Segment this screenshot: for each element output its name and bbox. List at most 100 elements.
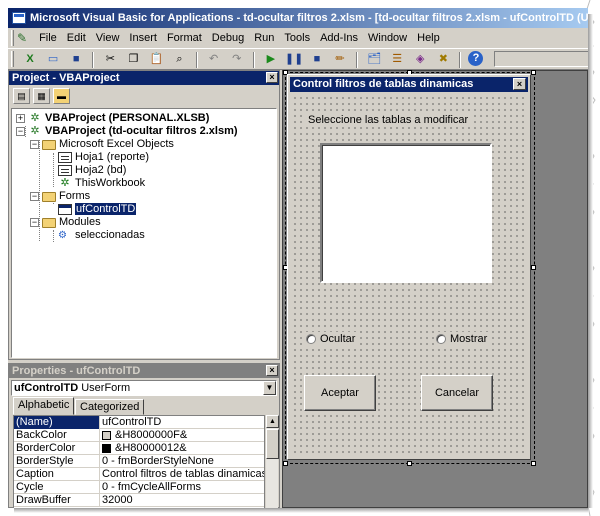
- property-value[interactable]: 32000: [102, 494, 264, 507]
- object-selector-combo[interactable]: ufControlTD UserForm ▼: [11, 380, 277, 396]
- property-value-text: &H80000012&: [115, 442, 187, 454]
- tree-item-forms[interactable]: − Forms: [30, 190, 90, 203]
- properties-panel-title-text: Properties - ufControlTD: [12, 365, 141, 377]
- property-name: Cycle: [14, 481, 100, 494]
- tree-item-sheet1[interactable]: Hoja1 (reporte): [58, 151, 149, 164]
- option-ocultar[interactable]: Ocultar: [306, 332, 360, 346]
- tree-item-personal-project[interactable]: + ✲ VBAProject (PERSONAL.XLSB): [16, 112, 209, 125]
- cut-icon[interactable]: ✂: [101, 50, 119, 68]
- menu-debug[interactable]: Debug: [207, 28, 249, 48]
- collapse-minus-icon[interactable]: −: [30, 192, 39, 201]
- reset-icon[interactable]: ■: [308, 50, 326, 68]
- userform-grid-surface[interactable]: Seleccione las tablas a modificar Oculta…: [290, 93, 528, 457]
- help-icon[interactable]: ?: [468, 51, 484, 66]
- resize-handle[interactable]: [407, 461, 412, 466]
- find-icon[interactable]: ⌕: [171, 50, 189, 68]
- label-select-tables[interactable]: Seleccione las tablas a modificar: [306, 113, 471, 127]
- properties-window-icon[interactable]: ☰: [388, 50, 406, 68]
- tables-listbox[interactable]: [320, 143, 492, 283]
- property-value[interactable]: ufControlTD: [102, 416, 264, 429]
- property-value[interactable]: Control filtros de tablas dinamicas: [102, 468, 264, 481]
- property-name: BackColor: [14, 429, 100, 442]
- property-row[interactable]: DrawBuffer 32000: [14, 494, 264, 507]
- expand-plus-icon[interactable]: +: [16, 114, 25, 123]
- tree-item-module-seleccionadas[interactable]: ⚙ seleccionadas: [58, 229, 145, 242]
- menu-run[interactable]: Run: [249, 28, 279, 48]
- vba-menu-icon[interactable]: ✎: [17, 31, 31, 45]
- property-value[interactable]: &H8000000F&: [102, 429, 264, 442]
- properties-scrollbar[interactable]: ▲: [265, 415, 279, 508]
- color-swatch: [102, 443, 111, 453]
- property-row[interactable]: Cycle 0 - fmCycleAllForms: [14, 481, 264, 494]
- menu-edit[interactable]: Edit: [62, 28, 91, 48]
- collapse-minus-icon[interactable]: −: [30, 140, 39, 149]
- tree-item-project[interactable]: − ✲ VBAProject (td-ocultar filtros 2.xlsm): [16, 125, 238, 138]
- property-row[interactable]: BackColor &H8000000F&: [14, 429, 264, 442]
- object-browser-icon[interactable]: ◈: [411, 50, 429, 68]
- tree-item-modules[interactable]: − Modules: [30, 216, 101, 229]
- tree-item-form-ufcontroltd[interactable]: ufControlTD: [58, 203, 137, 216]
- scroll-up-icon[interactable]: ▲: [266, 415, 279, 428]
- folder-icon: [42, 191, 56, 202]
- view-code-icon[interactable]: ▤: [13, 88, 30, 104]
- tree-item-sheet2[interactable]: Hoja2 (bd): [58, 164, 126, 177]
- run-icon[interactable]: ▶: [262, 50, 280, 68]
- menu-window[interactable]: Window: [363, 28, 412, 48]
- tree-label: Forms: [59, 190, 91, 202]
- toolbox-icon[interactable]: ✖: [434, 50, 452, 68]
- tree-item-excel-objects[interactable]: − Microsoft Excel Objects: [30, 138, 174, 151]
- aceptar-button[interactable]: Aceptar: [304, 375, 376, 411]
- userform-ufcontroltd[interactable]: Control filtros de tablas dinamicas × Se…: [287, 74, 531, 460]
- close-icon[interactable]: ×: [266, 72, 278, 83]
- resize-handle[interactable]: [531, 70, 536, 75]
- collapse-minus-icon[interactable]: −: [30, 218, 39, 227]
- property-row[interactable]: BorderColor &H80000012&: [14, 442, 264, 455]
- window-shadow-bottom: [14, 508, 588, 513]
- menu-tools[interactable]: Tools: [279, 28, 315, 48]
- resize-handle[interactable]: [283, 461, 288, 466]
- copy-icon[interactable]: ❐: [124, 50, 142, 68]
- design-mode-icon[interactable]: ✏: [331, 50, 349, 68]
- menu-help[interactable]: Help: [412, 28, 445, 48]
- menu-format[interactable]: Format: [162, 28, 207, 48]
- resize-handle[interactable]: [531, 265, 536, 270]
- view-object-icon[interactable]: ▦: [33, 88, 50, 104]
- toggle-folders-icon[interactable]: ▬: [53, 88, 70, 104]
- property-row[interactable]: (Name) ufControlTD: [14, 416, 264, 429]
- option-mostrar[interactable]: Mostrar: [436, 332, 492, 346]
- property-value[interactable]: &H80000012&: [102, 442, 264, 455]
- break-icon[interactable]: ❚❚: [285, 50, 303, 68]
- menu-add-ins[interactable]: Add-Ins: [315, 28, 363, 48]
- property-value[interactable]: 0 - fmCycleAllForms: [102, 481, 264, 494]
- property-value[interactable]: 0 - fmBorderStyleNone: [102, 455, 264, 468]
- resize-handle[interactable]: [531, 461, 536, 466]
- menubar-grip[interactable]: [11, 30, 14, 46]
- paste-icon[interactable]: 📋: [147, 50, 165, 68]
- chevron-down-icon[interactable]: ▼: [263, 381, 276, 395]
- scroll-thumb[interactable]: [266, 429, 279, 459]
- undo-icon[interactable]: ↶: [205, 50, 223, 68]
- project-panel-title: Project - VBAProject ×: [9, 71, 279, 85]
- excel-icon[interactable]: X: [21, 50, 39, 68]
- property-row[interactable]: BorderStyle 0 - fmBorderStyleNone: [14, 455, 264, 468]
- tree-label: ThisWorkbook: [75, 177, 146, 189]
- close-icon[interactable]: ×: [266, 365, 278, 376]
- property-row[interactable]: Caption Control filtros de tablas dinami…: [14, 468, 264, 481]
- tree-item-thisworkbook[interactable]: ✲ ThisWorkbook: [58, 177, 145, 190]
- collapse-minus-icon[interactable]: −: [16, 127, 25, 136]
- menu-insert[interactable]: Insert: [124, 28, 162, 48]
- vba-app-icon[interactable]: [12, 12, 26, 24]
- tab-alphabetic[interactable]: Alphabetic: [13, 397, 75, 415]
- close-icon[interactable]: ×: [513, 78, 526, 90]
- project-explorer-icon[interactable]: 🗂: [365, 50, 383, 68]
- menu-file[interactable]: File: [34, 28, 62, 48]
- redo-icon[interactable]: ↷: [228, 50, 246, 68]
- insert-userform-icon[interactable]: ▭: [44, 50, 62, 68]
- tab-categorized[interactable]: Categorized: [75, 399, 145, 415]
- radio-button-icon[interactable]: [436, 334, 446, 345]
- save-icon[interactable]: ■: [67, 50, 85, 68]
- radio-button-icon[interactable]: [306, 334, 316, 345]
- menu-view[interactable]: View: [91, 28, 125, 48]
- cancelar-button[interactable]: Cancelar: [421, 375, 493, 411]
- toolbar-grip[interactable]: [11, 51, 14, 67]
